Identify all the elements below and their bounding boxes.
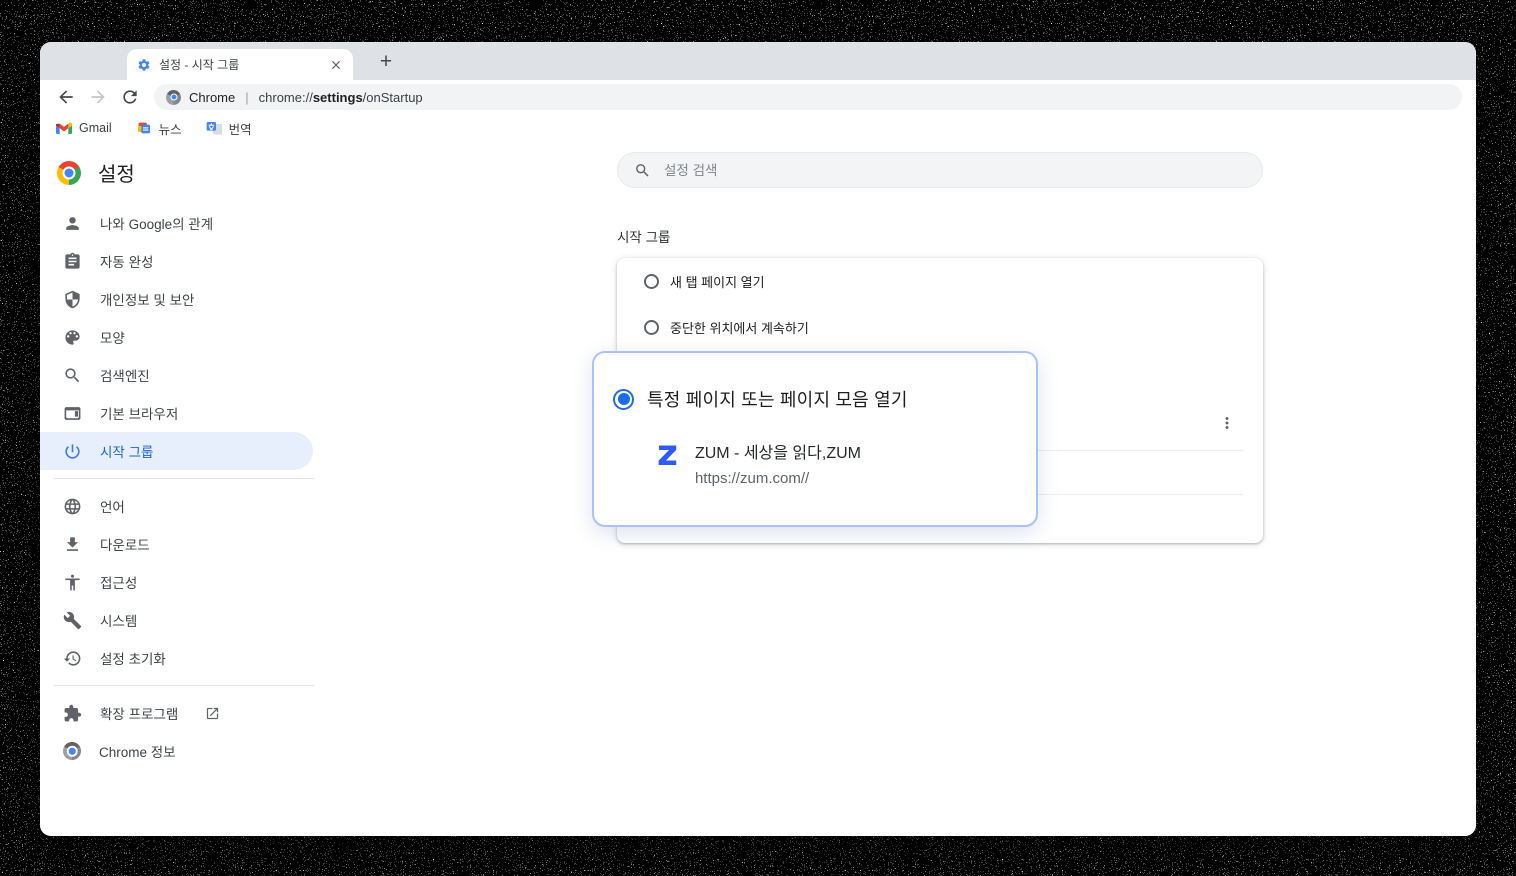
tab-settings[interactable]: 설정 - 시작 그룹: [127, 49, 353, 80]
sidebar-item-privacy-security[interactable]: 개인정보 및 보안: [40, 280, 315, 318]
sidebar-item-downloads[interactable]: 다운로드: [40, 525, 315, 563]
shield-icon: [63, 290, 82, 309]
globe-icon: [63, 497, 82, 516]
browser-window: 설정 - 시작 그룹 + Chrome | chrome://settings/…: [40, 42, 1476, 836]
sidebar-item-label: 다운로드: [100, 534, 150, 554]
google-news-icon: [136, 120, 152, 136]
bookmark-label: Gmail: [79, 121, 112, 135]
settings-header: 설정: [57, 158, 135, 187]
sidebar-item-you-and-google[interactable]: 나와 Google의 관계: [40, 204, 315, 242]
new-tab-button[interactable]: +: [372, 49, 400, 77]
settings-search[interactable]: [617, 152, 1263, 188]
bookmark-news[interactable]: 뉴스: [136, 119, 182, 138]
person-icon: [63, 214, 82, 233]
omnibox-site-label: Chrome: [189, 90, 235, 105]
puzzle-icon: [63, 704, 82, 723]
sidebar-item-label: Chrome 정보: [99, 741, 176, 761]
sidebar-item-search-engine[interactable]: 검색엔진: [40, 356, 315, 394]
sidebar-item-about-chrome[interactable]: Chrome 정보: [40, 732, 315, 770]
chrome-logo-icon: [57, 161, 81, 185]
back-icon[interactable]: [56, 87, 76, 107]
autofill-clipboard-icon: [63, 252, 82, 271]
gmail-icon: [56, 122, 72, 134]
search-icon: [634, 162, 651, 179]
radio-selected-icon[interactable]: [613, 389, 634, 410]
startup-site-entry: z ZUM - 세상을 읽다,ZUM https://zum.com//: [657, 439, 861, 487]
omnibox[interactable]: Chrome | chrome://settings/onStartup: [154, 84, 1462, 110]
sidebar-divider: [54, 685, 314, 686]
bookmark-gmail[interactable]: Gmail: [56, 121, 112, 135]
omnibox-separator: |: [243, 90, 250, 105]
site-url: https://zum.com//: [695, 470, 861, 487]
google-translate-icon: [206, 120, 222, 136]
sidebar-item-languages[interactable]: 언어: [40, 487, 315, 525]
browser-toolbar: Chrome | chrome://settings/onStartup: [40, 80, 1476, 114]
sidebar-item-label: 기본 브라우저: [100, 403, 178, 423]
search-icon: [63, 366, 82, 385]
section-title: 시작 그룹: [617, 226, 670, 246]
reload-icon[interactable]: [120, 87, 140, 107]
tab-title: 설정 - 시작 그룹: [159, 56, 321, 73]
forward-icon[interactable]: [88, 87, 108, 107]
sidebar-item-system[interactable]: 시스템: [40, 601, 315, 639]
bookmark-label: 뉴스: [159, 119, 182, 138]
option-label: 중단한 위치에서 계속하기: [670, 318, 809, 337]
option-open-specific-pages[interactable]: 특정 페이지 또는 페이지 모음 열기: [613, 386, 908, 412]
option-label: 특정 페이지 또는 페이지 모음 열기: [647, 386, 908, 412]
sidebar-item-label: 설정 초기화: [100, 648, 166, 668]
sidebar-divider: [54, 478, 314, 479]
sidebar-item-default-browser[interactable]: 기본 브라우저: [40, 394, 315, 432]
sidebar-item-label: 확장 프로그램: [100, 703, 178, 723]
kebab-menu-icon: [1218, 414, 1236, 432]
radio-unselected-icon[interactable]: [644, 274, 659, 289]
bookmarks-bar: Gmail 뉴스 번역: [40, 114, 1476, 142]
browser-window-icon: [63, 404, 82, 423]
accessibility-icon: [63, 573, 82, 592]
bookmark-label: 번역: [229, 119, 252, 138]
sidebar-item-label: 모양: [100, 327, 125, 347]
download-icon: [63, 535, 82, 554]
radio-unselected-icon[interactable]: [644, 320, 659, 335]
tab-strip: 설정 - 시작 그룹 +: [40, 42, 1476, 80]
sidebar-item-label: 시스템: [100, 610, 137, 630]
chrome-logo-icon: [63, 742, 81, 760]
search-input[interactable]: [664, 163, 1246, 178]
settings-page: 설정 나와 Google의 관계 자동 완성 개인정보 및 보안 모양: [40, 142, 1476, 836]
option-label: 새 탭 페이지 열기: [670, 272, 765, 291]
sidebar-item-label: 개인정보 및 보안: [100, 289, 194, 309]
option-open-new-tab[interactable]: 새 탭 페이지 열기: [617, 258, 1263, 304]
bookmark-translate[interactable]: 번역: [206, 119, 252, 138]
sidebar-item-label: 나와 Google의 관계: [100, 213, 213, 233]
sidebar-item-autofill[interactable]: 자동 완성: [40, 242, 315, 280]
sidebar-item-label: 시작 그룹: [100, 441, 153, 461]
tab-close-icon[interactable]: [329, 58, 343, 72]
sidebar-item-label: 접근성: [100, 572, 137, 592]
page-title: 설정: [98, 158, 135, 187]
sidebar-item-extensions[interactable]: 확장 프로그램: [40, 694, 315, 732]
sidebar-item-label: 언어: [100, 496, 125, 516]
sidebar-item-accessibility[interactable]: 접근성: [40, 563, 315, 601]
zum-logo: z: [657, 439, 678, 469]
open-in-new-icon: [205, 706, 220, 721]
option-continue-where-left-off[interactable]: 중단한 위치에서 계속하기: [617, 304, 1263, 350]
palette-icon: [63, 328, 82, 347]
sidebar-item-reset[interactable]: 설정 초기화: [40, 639, 315, 677]
sidebar-item-label: 검색엔진: [100, 365, 150, 385]
settings-sidebar: 나와 Google의 관계 자동 완성 개인정보 및 보안 모양 검색엔진 기본…: [40, 204, 315, 770]
wrench-icon: [63, 611, 82, 630]
site-row-menu-button[interactable]: [1215, 411, 1239, 435]
magnifier-callout: 특정 페이지 또는 페이지 모음 열기 z ZUM - 세상을 읽다,ZUM h…: [592, 351, 1038, 527]
chrome-logo-icon: [166, 90, 181, 105]
power-icon: [63, 442, 82, 461]
sidebar-item-appearance[interactable]: 모양: [40, 318, 315, 356]
settings-gear-icon: [137, 58, 151, 72]
sidebar-item-label: 자동 완성: [100, 251, 153, 271]
restore-icon: [63, 649, 82, 668]
sidebar-item-on-startup[interactable]: 시작 그룹: [40, 432, 313, 470]
omnibox-url: chrome://settings/onStartup: [259, 90, 423, 105]
site-title: ZUM - 세상을 읽다,ZUM: [695, 439, 861, 463]
